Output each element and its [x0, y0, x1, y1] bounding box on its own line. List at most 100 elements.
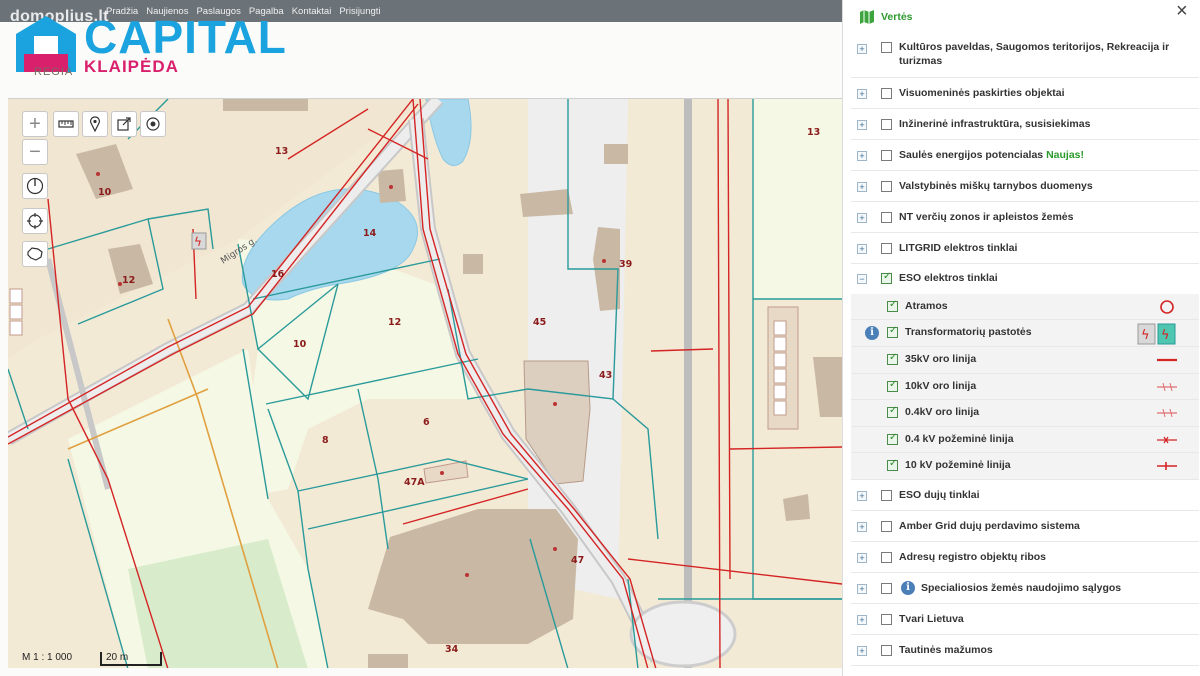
expand-icon[interactable]: + [857, 151, 867, 161]
locate-button[interactable] [140, 111, 166, 137]
new-badge: Naujas! [1046, 149, 1084, 161]
layer-row-address-registry[interactable]: + Adresų registro objektų ribos [851, 542, 1199, 573]
expand-icon[interactable]: + [857, 553, 867, 563]
measure-button[interactable] [53, 111, 79, 137]
layer-row-sustainable[interactable]: + Tvari Lietuva [851, 604, 1199, 635]
sublayer-row-poles[interactable]: Atramos [851, 294, 1199, 320]
layer-checkbox[interactable] [881, 119, 892, 130]
layer-row-realestate[interactable]: + NT verčių zonos ir apleistos žemės [851, 202, 1199, 233]
expand-icon[interactable]: + [857, 491, 867, 501]
ruler-icon [58, 120, 74, 128]
info-icon[interactable]: i [901, 581, 915, 595]
map-area: Pradžia Naujienos Paslaugos Pagalba Kont… [0, 0, 842, 676]
sublayer-row-35kv[interactable]: 35kV oro linija [851, 347, 1199, 374]
layer-row-ambergrid[interactable]: + Amber Grid dujų perdavimo sistema [851, 511, 1199, 542]
brand-logo[interactable]: REGIA CAPITAL KLAIPĖDA [14, 14, 286, 84]
layer-checkbox[interactable] [881, 552, 892, 563]
nav-login[interactable]: Prisijungti [339, 6, 380, 17]
logo-city: KLAIPĖDA [84, 57, 179, 76]
share-button[interactable] [111, 111, 137, 137]
expand-icon[interactable]: + [857, 120, 867, 130]
expand-icon[interactable]: + [857, 646, 867, 656]
layer-checkbox[interactable] [881, 583, 892, 594]
expand-icon[interactable]: + [857, 584, 867, 594]
circle-icon [1160, 300, 1174, 314]
expand-icon[interactable]: + [857, 213, 867, 223]
close-icon[interactable]: × [1176, 0, 1188, 23]
nav-contacts[interactable]: Kontaktai [292, 6, 332, 17]
target-icon [146, 117, 160, 131]
expand-icon[interactable]: + [857, 522, 867, 532]
tick-line-icon [1157, 382, 1177, 392]
map-icon [860, 10, 874, 24]
layer-checkbox[interactable] [881, 243, 892, 254]
sublayer-checkbox[interactable] [887, 379, 898, 392]
sublayer-checkbox[interactable] [887, 405, 898, 418]
expand-icon[interactable]: + [857, 615, 867, 625]
bar-line-icon [1157, 462, 1177, 470]
plus-icon: + [29, 113, 41, 135]
parcel-number: 47A [404, 477, 425, 488]
zoom-out-button[interactable]: − [22, 139, 48, 165]
layer-row-eso-electric[interactable]: − ESO elektros tinklai [851, 264, 1199, 294]
sublayer-checkbox[interactable] [887, 352, 898, 365]
crosshair-button[interactable] [22, 208, 48, 234]
sublayer-label: Atramos [905, 300, 948, 312]
expand-icon[interactable]: + [857, 44, 867, 54]
layer-row-litgrid[interactable]: + LITGRID elektros tinklai [851, 233, 1199, 264]
layer-checkbox[interactable] [881, 271, 892, 284]
house-logo-icon [16, 16, 76, 72]
layer-checkbox[interactable] [881, 521, 892, 532]
sublayer-checkbox[interactable] [887, 432, 898, 445]
minus-icon: − [29, 141, 41, 163]
sublayer-row-substations[interactable]: i Transformatorių pastotės ϟ ϟ [851, 320, 1199, 347]
parcel-number: 13 [807, 127, 820, 138]
map-canvas[interactable]: ϟ Migros g. 13 10 12 14 16 12 10 8 6 47A… [8, 98, 842, 668]
layer-label: NT verčių zonos ir apleistos žemės [899, 211, 1074, 223]
layer-checkbox[interactable] [881, 181, 892, 192]
info-icon[interactable]: i [865, 326, 879, 340]
sublayer-checkbox[interactable] [887, 299, 898, 312]
sublayer-checkbox[interactable] [887, 458, 898, 471]
pin-icon [90, 116, 100, 132]
expand-icon[interactable]: + [857, 244, 867, 254]
layer-checkbox[interactable] [881, 645, 892, 656]
parcel-number: 34 [445, 644, 459, 655]
sublayer-row-04kv[interactable]: 0.4kV oro linija [851, 400, 1199, 427]
sublayer-row-04kv-underground[interactable]: 0.4 kV požeminė linija [851, 427, 1199, 453]
layer-checkbox[interactable] [881, 42, 892, 53]
sublayer-row-10kv[interactable]: 10kV oro linija [851, 374, 1199, 400]
layer-row-minorities[interactable]: + Tautinės mažumos [851, 635, 1199, 666]
layer-row-solar[interactable]: + Saulės energijos potencialas Naujas! [851, 140, 1199, 171]
layer-checkbox[interactable] [881, 212, 892, 223]
layer-checkbox[interactable] [881, 614, 892, 625]
zoom-in-button[interactable]: + [22, 111, 48, 137]
marker-button[interactable] [82, 111, 108, 137]
layer-label: ESO dujų tinklai [899, 489, 980, 501]
parcel-number: 39 [619, 259, 632, 270]
layer-label: Valstybinės miškų tarnybos duomenys [899, 180, 1093, 192]
sublayer-label: 0.4 kV požeminė linija [905, 433, 1014, 445]
region-button[interactable] [22, 241, 48, 267]
layer-row-public[interactable]: + Visuomeninės paskirties objektai [851, 78, 1199, 109]
svg-text:ϟ: ϟ [194, 235, 202, 249]
layer-label: Inžinerinė infrastruktūra, susisiekimas [899, 118, 1091, 130]
sublayer-row-10kv-underground[interactable]: 10 kV požeminė linija [851, 453, 1199, 480]
lithuania-map-icon [27, 247, 43, 261]
layer-checkbox[interactable] [881, 490, 892, 501]
layer-checkbox[interactable] [881, 150, 892, 161]
layer-row-infrastructure[interactable]: + Inžinerinė infrastruktūra, susisiekima… [851, 109, 1199, 140]
compass-button[interactable] [22, 173, 48, 199]
sublayer-checkbox[interactable] [887, 325, 898, 338]
parcel-number: 14 [363, 228, 377, 239]
collapse-icon[interactable]: − [857, 274, 867, 284]
sublayer-label: Transformatorių pastotės [905, 326, 1032, 338]
layer-label: Tautinės mažumos [899, 644, 993, 656]
layer-checkbox[interactable] [881, 88, 892, 99]
layer-row-eso-gas[interactable]: + ESO dujų tinklai [851, 480, 1199, 511]
layer-row-heritage[interactable]: + Kultūros paveldas, Saugomos teritorijo… [851, 36, 1199, 78]
layer-row-forestry[interactable]: + Valstybinės miškų tarnybos duomenys [851, 171, 1199, 202]
layer-row-special-land[interactable]: + i Specialiosios žemės naudojimo sąlygo… [851, 573, 1199, 604]
expand-icon[interactable]: + [857, 182, 867, 192]
expand-icon[interactable]: + [857, 89, 867, 99]
